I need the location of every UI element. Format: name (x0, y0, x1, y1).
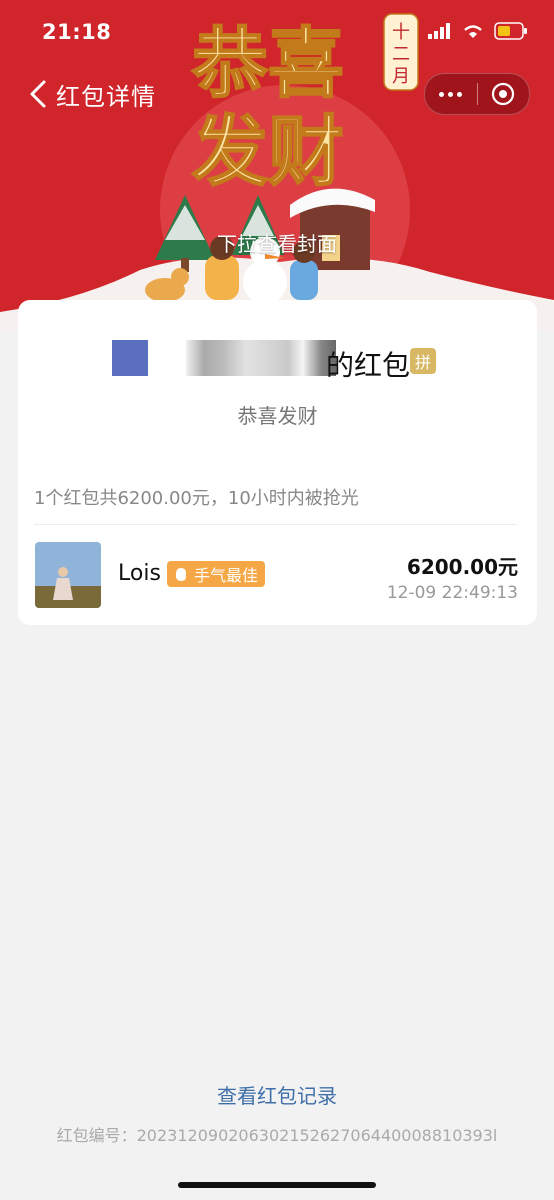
more-dots-icon (439, 91, 463, 97)
envelope-serial: 红包编号：20231209020630215262706440008810393… (56, 1126, 498, 1145)
target-close-icon (492, 82, 515, 106)
record-amount: 6200.00元 (406, 555, 518, 579)
best-luck-badge: 手气最佳 (167, 561, 266, 587)
envelope-detail-card: 的红包 拼 恭喜发财 1个红包共6200.00元，10小时内被抢光 Lois 手… (18, 300, 537, 625)
sender-name-redacted (186, 340, 336, 376)
close-miniprogram-button[interactable] (477, 74, 529, 114)
pin-badge: 拼 (410, 348, 436, 374)
battery-icon (494, 22, 527, 40)
sender-row: 的红包 拼 (18, 340, 537, 390)
sender-avatar-redacted (112, 340, 148, 376)
wifi-icon (464, 25, 482, 38)
more-button[interactable] (425, 74, 477, 114)
status-time: 21:18 (42, 20, 112, 44)
wish-text: 恭喜发财 (237, 404, 318, 428)
best-luck-label: 手气最佳 (194, 566, 259, 585)
status-bar: 21:18 (0, 0, 554, 64)
signal-icon (428, 23, 450, 39)
home-indicator[interactable] (178, 1182, 376, 1188)
chevron-left-icon (30, 80, 46, 108)
hand-icon (176, 568, 186, 581)
sender-suffix: 的红包 (326, 349, 411, 382)
nav-title: 红包详情 (56, 82, 156, 111)
svg-text:月: 月 (392, 66, 410, 87)
record-row[interactable]: Lois 手气最佳 6200.00元 12-09 22:49:13 (18, 525, 537, 625)
back-button[interactable]: 红包详情 (24, 76, 156, 112)
avatar (35, 542, 101, 608)
envelope-summary: 1个红包共6200.00元，10小时内被抢光 (34, 488, 359, 509)
record-time: 12-09 22:49:13 (386, 583, 518, 603)
cover-title-line2: 发财 (192, 107, 344, 196)
pull-down-hint: 下拉查看封面 (217, 232, 337, 256)
record-name: Lois (118, 561, 161, 586)
miniprogram-capsule (424, 73, 530, 115)
view-records-link[interactable]: 查看红包记录 (0, 1080, 554, 1109)
